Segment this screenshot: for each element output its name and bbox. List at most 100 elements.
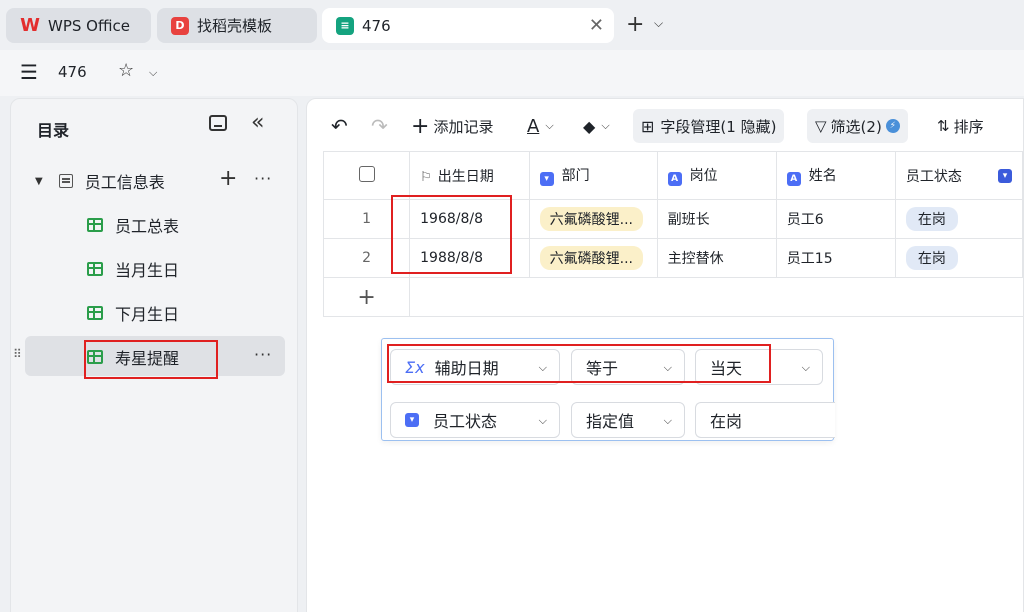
col-header-dept[interactable]: ▾ 部门 (528, 151, 658, 200)
cell-dept[interactable]: 六氟磷酸锂... (528, 199, 658, 239)
panel-icon[interactable] (209, 115, 227, 131)
smart-sheet-icon: ≡ (336, 16, 354, 35)
add-row-button[interactable]: + (322, 277, 411, 317)
cell-post[interactable]: 副班长 (656, 199, 777, 239)
col-header-birth[interactable]: ⚐ 出生日期 (409, 151, 530, 200)
col-label: 员工状态 (905, 168, 962, 185)
tab-label: WPS Office (48, 16, 130, 35)
sort-button[interactable]: ⇅ 排序 (937, 109, 984, 143)
tab-label: 找稻壳模板 (197, 17, 273, 35)
caret-down-icon[interactable]: ▼ (35, 176, 43, 187)
close-icon[interactable]: ✕ (589, 15, 604, 36)
text-color-button[interactable]: A ⌵ (527, 109, 554, 143)
add-row: + (322, 277, 1023, 317)
plus-icon: + (411, 113, 430, 139)
collapse-icon[interactable]: « (251, 110, 264, 135)
tree-root[interactable]: ▼ 员工信息表 (35, 169, 165, 193)
filter-operator-select[interactable]: 指定值 ⌵ (571, 402, 685, 438)
sort-label: 排序 (953, 117, 984, 136)
filter-value-input[interactable]: 在岗 (695, 402, 835, 438)
list-icon (58, 174, 73, 188)
redo-icon: ↷ (371, 114, 388, 138)
wps-logo-icon: W (20, 15, 40, 36)
cell-status[interactable]: 在岗 (894, 238, 1024, 278)
bolt-icon: ⚡ (885, 119, 900, 133)
text-color-icon: A (527, 115, 540, 137)
field-manage-label: 字段管理(1 隐藏) (660, 117, 777, 136)
select-all-cell[interactable] (322, 151, 411, 200)
more-icon[interactable]: ··· (254, 345, 272, 364)
sheet-icon (87, 262, 103, 276)
sidebar-item-label: 当月生日 (115, 261, 180, 280)
add-row-empty (409, 277, 1023, 317)
sheet-icon (87, 218, 103, 232)
col-label: 出生日期 (437, 168, 494, 185)
add-icon[interactable]: + (219, 166, 237, 191)
col-label: 姓名 (808, 168, 837, 184)
docer-logo-icon: D (171, 16, 189, 35)
tree-root-label: 员工信息表 (84, 173, 165, 192)
filter-field-select[interactable]: ▾ 员工状态 ⌵ (390, 402, 560, 438)
flag-icon: ⚐ (420, 169, 432, 185)
checkbox[interactable] (358, 165, 375, 182)
filter-active-icon: ▾ (998, 169, 1012, 183)
sidebar-item-next-month[interactable]: 下月生日 (87, 301, 179, 325)
highlight-box (387, 344, 771, 383)
col-header-name[interactable]: A 姓名 (775, 151, 896, 200)
cell-status[interactable]: 在岗 (894, 199, 1024, 239)
plus-icon: + (357, 284, 376, 310)
fill-color-button[interactable]: ◆ ⌵ (583, 109, 610, 143)
tab-bar: W WPS Office D 找稻壳模板 ≡ 476 ✕ + ⌵ (0, 0, 1024, 50)
add-record-label: 添加记录 (433, 117, 494, 136)
chevron-down-icon[interactable]: ⌵ (149, 66, 157, 80)
grid-icon: ⊞ (641, 116, 655, 136)
highlight-box (84, 340, 218, 379)
filter-button[interactable]: ▽ 筛选(2) ⚡ (807, 109, 908, 143)
field-manage-button[interactable]: ⊞ 字段管理(1 隐藏) (633, 109, 785, 143)
tab-template[interactable]: D 找稻壳模板 (157, 8, 317, 43)
select-field-icon: ▾ (405, 413, 419, 427)
more-icon[interactable]: ··· (254, 169, 272, 188)
filter-field-label: 员工状态 (433, 412, 498, 431)
filter-value-label: 在岗 (710, 412, 743, 431)
dept-tag: 六氟磷酸锂... (539, 246, 644, 270)
filter-icon: ▽ (815, 117, 827, 135)
text-field-icon: A (667, 172, 682, 186)
new-tab-icon[interactable]: + (626, 12, 644, 37)
sidebar-title: 目录 (37, 121, 70, 140)
dept-tag: 六氟磷酸锂... (539, 207, 644, 231)
sidebar-item-this-month[interactable]: 当月生日 (87, 257, 179, 281)
drag-handle-icon[interactable]: ⠿ (13, 347, 22, 361)
sort-icon: ⇅ (937, 117, 950, 135)
cell-post[interactable]: 主控替休 (656, 238, 777, 278)
tab-wps-office[interactable]: W WPS Office (6, 8, 151, 43)
cell-name[interactable]: 员工15 (775, 238, 896, 278)
undo-button[interactable]: ↶ (331, 109, 348, 143)
text-field-icon: A (786, 172, 801, 186)
col-header-status[interactable]: 员工状态 ▾ (894, 151, 1024, 200)
redo-button[interactable]: ↷ (371, 109, 388, 143)
chevron-down-icon[interactable]: ⌵ (654, 16, 663, 31)
sidebar-item-all-staff[interactable]: 员工总表 (87, 213, 179, 237)
tab-476[interactable]: ≡ 476 ✕ (322, 8, 614, 43)
cell-name[interactable]: 员工6 (775, 199, 896, 239)
chevron-down-icon: ⌵ (538, 414, 547, 427)
add-record-button[interactable]: + 添加记录 (411, 109, 493, 143)
col-label: 岗位 (689, 168, 718, 184)
chevron-down-icon: ⌵ (601, 119, 610, 132)
chevron-down-icon: ⌵ (545, 119, 554, 132)
chevron-down-icon: ⌵ (801, 361, 810, 374)
col-header-post[interactable]: A 岗位 (656, 151, 777, 200)
status-tag: 在岗 (905, 207, 958, 231)
highlight-box (391, 195, 512, 274)
select-field-icon: ▾ (539, 172, 554, 186)
doc-title: 476 (58, 63, 87, 81)
chevron-down-icon: ⌵ (663, 414, 672, 427)
col-label: 部门 (561, 168, 590, 184)
sidebar-item-label: 员工总表 (115, 217, 180, 236)
cell-dept[interactable]: 六氟磷酸锂... (528, 238, 658, 278)
table-header: ⚐ 出生日期 ▾ 部门 A 岗位 A 姓名 员工状态 ▾ (322, 151, 1024, 200)
menu-icon[interactable]: ☰ (20, 60, 38, 84)
status-tag: 在岗 (905, 246, 958, 270)
star-icon[interactable]: ☆ (118, 60, 134, 81)
